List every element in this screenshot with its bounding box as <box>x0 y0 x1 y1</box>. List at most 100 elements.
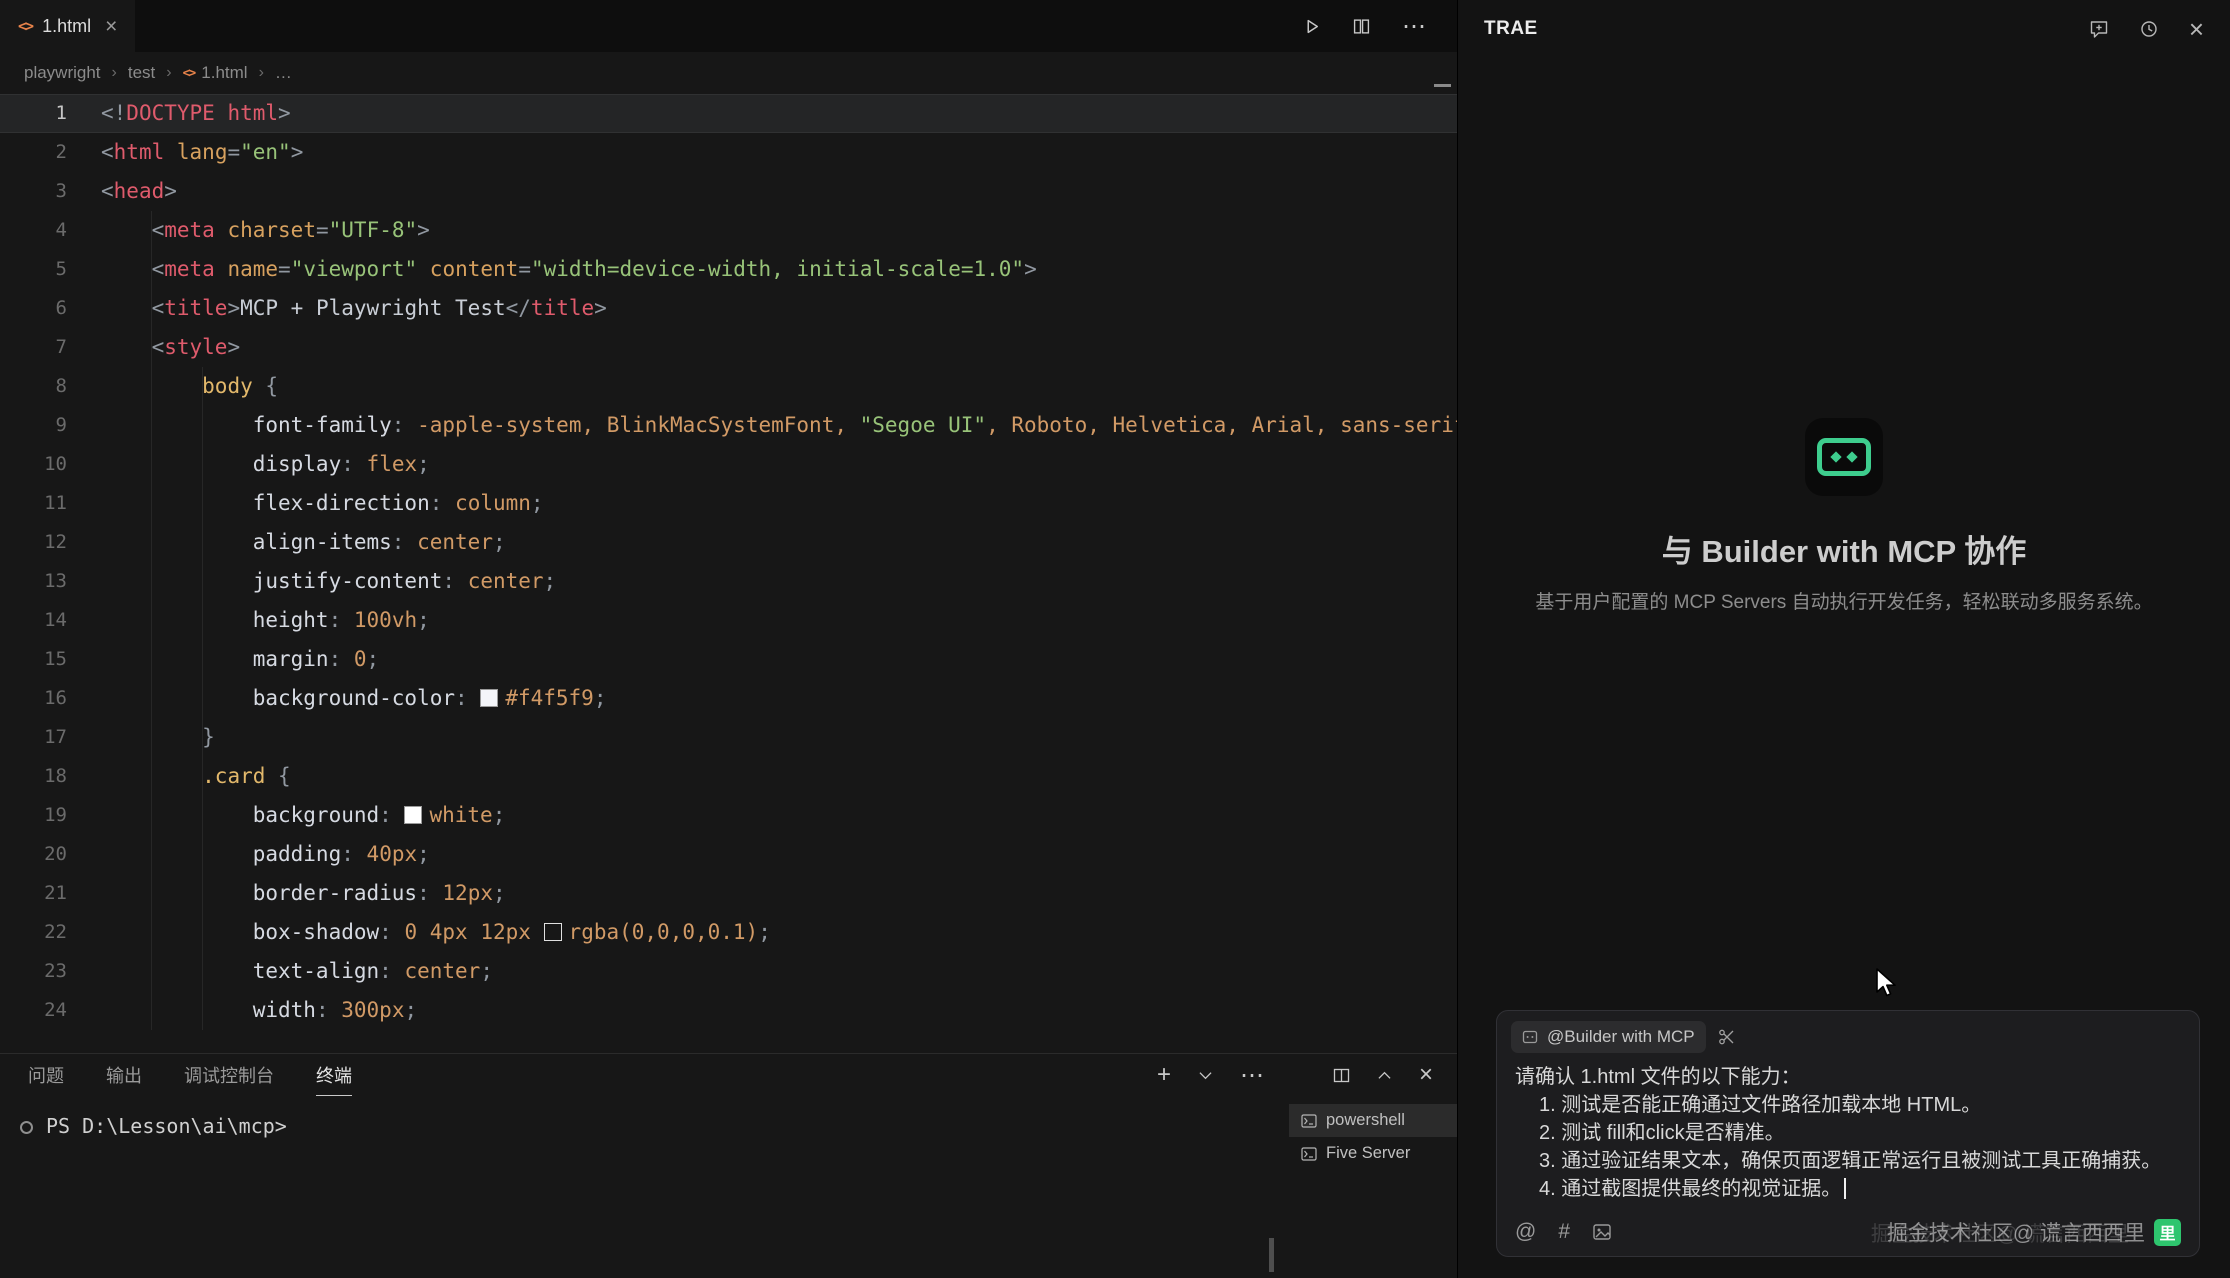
juejin-badge-icon: 里 <box>2154 1219 2181 1246</box>
line-content: padding: 40px; <box>67 835 430 874</box>
code-line[interactable]: 24 width: 300px; <box>0 991 1457 1030</box>
code-line[interactable]: 14 height: 100vh; <box>0 601 1457 640</box>
line-content: <head> <box>67 172 177 211</box>
maximize-panel-icon[interactable] <box>1378 1071 1391 1080</box>
line-number: 18 <box>0 757 67 796</box>
color-swatch <box>480 689 498 707</box>
chat-input-text[interactable]: 请确认 1.html 文件的以下能力：1. 测试是否能正确通过文件路径加载本地 … <box>1497 1055 2199 1203</box>
line-number: 17 <box>0 718 67 757</box>
line-content: <meta name="viewport" content="width=dev… <box>67 250 1037 289</box>
line-number: 6 <box>0 289 67 328</box>
line-number: 24 <box>0 991 67 1030</box>
code-line[interactable]: 4 <meta charset="UTF-8"> <box>0 211 1457 250</box>
code-line[interactable]: 22 box-shadow: 0 4px 12px rgba(0,0,0,0.1… <box>0 913 1457 952</box>
code-line[interactable]: 8 body { <box>0 367 1457 406</box>
line-content: margin: 0; <box>67 640 379 679</box>
line-content: background-color: #f4f5f9; <box>67 679 607 718</box>
code-line[interactable]: 21 border-radius: 12px; <box>0 874 1457 913</box>
tab-1html[interactable]: <> 1.html × <box>0 0 135 52</box>
code-line[interactable]: 23 text-align: center; <box>0 952 1457 991</box>
color-swatch <box>404 806 422 824</box>
code-line[interactable]: 5 <meta name="viewport" content="width=d… <box>0 250 1457 289</box>
chat-text-line: 4. 通过截图提供最终的视觉证据。 <box>1515 1175 2181 1203</box>
line-content: <meta charset="UTF-8"> <box>67 211 430 250</box>
code-line[interactable]: 20 padding: 40px; <box>0 835 1457 874</box>
breadcrumb: playwright›test›<>1.html›… <box>0 52 1457 94</box>
panel-tab[interactable]: 问题 <box>28 1054 64 1096</box>
terminal-area: PS D:\Lesson\ai\mcp> powershellFive Serv… <box>0 1096 1457 1278</box>
chat-card-footer: @ # 掘金技术社区@ 谎言西西里 里 <box>1497 1208 2199 1256</box>
bottom-panel: 问题输出调试控制台终端 + ⋯ × PS D:\Lesso <box>0 1053 1457 1278</box>
line-content: background: white; <box>67 796 505 835</box>
panel-more-button[interactable]: ⋯ <box>1240 1061 1265 1090</box>
tab-label: 1.html <box>42 16 91 37</box>
breadcrumb-item[interactable]: … <box>275 63 292 83</box>
close-panel-icon[interactable]: × <box>1419 1063 1433 1087</box>
panel-tab[interactable]: 终端 <box>316 1054 352 1096</box>
line-content: flex-direction: column; <box>67 484 544 523</box>
terminal-output[interactable]: PS D:\Lesson\ai\mcp> <box>0 1096 1289 1278</box>
mouse-cursor <box>1876 968 1900 1005</box>
code-line[interactable]: 1<!DOCTYPE html> <box>0 94 1457 133</box>
code-line[interactable]: 6 <title>MCP + Playwright Test</title> <box>0 289 1457 328</box>
terminal-scrollbar[interactable] <box>1269 1238 1274 1272</box>
badge-label: @Builder with MCP <box>1547 1027 1695 1047</box>
close-panel-x-icon[interactable]: × <box>2189 16 2204 42</box>
code-line[interactable]: 17 } <box>0 718 1457 757</box>
terminal-session[interactable]: Five Server <box>1289 1137 1457 1170</box>
code-line[interactable]: 13 justify-content: center; <box>0 562 1457 601</box>
code-line[interactable]: 2<html lang="en"> <box>0 133 1457 172</box>
terminal-sessions: powershellFive Server <box>1289 1096 1457 1278</box>
tools-icon[interactable] <box>1718 1028 1736 1046</box>
split-editor-button[interactable] <box>1353 18 1370 35</box>
line-content: height: 100vh; <box>67 601 430 640</box>
chat-text-line: 2. 测试 fill和click是否精准。 <box>1515 1119 2181 1147</box>
trae-header: TRAE × <box>1458 0 2230 58</box>
code-line[interactable]: 19 background: white; <box>0 796 1457 835</box>
code-line[interactable]: 12 align-items: center; <box>0 523 1457 562</box>
code-line[interactable]: 16 background-color: #f4f5f9; <box>0 679 1457 718</box>
panel-tab[interactable]: 调试控制台 <box>184 1054 274 1096</box>
terminal-icon <box>1301 1147 1317 1161</box>
code-line[interactable]: 9 font-family: -apple-system, BlinkMacSy… <box>0 406 1457 445</box>
code-line[interactable]: 7 <style> <box>0 328 1457 367</box>
editor-tab-bar: <> 1.html × ⋯ <box>0 0 1457 52</box>
line-number: 2 <box>0 133 67 172</box>
line-number: 22 <box>0 913 67 952</box>
command-marker-icon <box>20 1121 33 1134</box>
code-line[interactable]: 10 display: flex; <box>0 445 1457 484</box>
new-terminal-button[interactable]: + <box>1157 1063 1171 1087</box>
panel-tab[interactable]: 输出 <box>106 1054 142 1096</box>
color-swatch <box>544 923 562 941</box>
line-number: 20 <box>0 835 67 874</box>
terminal-session[interactable]: powershell <box>1289 1104 1457 1137</box>
chat-card-header: @Builder with MCP <box>1497 1011 2199 1055</box>
history-icon[interactable] <box>2139 19 2159 39</box>
line-number: 23 <box>0 952 67 991</box>
breadcrumb-item[interactable]: playwright <box>24 63 101 83</box>
chat-input-card[interactable]: @Builder with MCP 请确认 1.html 文件的以下能力：1. … <box>1496 1010 2200 1257</box>
code-line[interactable]: 18 .card { <box>0 757 1457 796</box>
context-hash-icon[interactable]: # <box>1558 1220 1570 1244</box>
line-content: body { <box>67 367 278 406</box>
breadcrumb-item[interactable]: <>1.html <box>183 63 248 83</box>
code-line[interactable]: 3<head> <box>0 172 1457 211</box>
run-button[interactable] <box>1304 18 1321 35</box>
more-actions-button[interactable]: ⋯ <box>1402 12 1427 41</box>
mention-icon[interactable]: @ <box>1515 1220 1536 1244</box>
html-file-icon: <> <box>18 17 32 35</box>
line-number: 9 <box>0 406 67 445</box>
line-number: 7 <box>0 328 67 367</box>
code-line[interactable]: 15 margin: 0; <box>0 640 1457 679</box>
terminal-dropdown-icon[interactable] <box>1199 1071 1212 1080</box>
split-terminal-button[interactable] <box>1333 1067 1350 1084</box>
new-chat-icon[interactable] <box>2089 19 2109 39</box>
tab-close-icon[interactable]: × <box>105 16 117 37</box>
terminal-prompt: PS D:\Lesson\ai\mcp> <box>46 1114 287 1138</box>
builder-mcp-badge[interactable]: @Builder with MCP <box>1511 1021 1706 1053</box>
code-editor[interactable]: 1<!DOCTYPE html>2<html lang="en">3<head>… <box>0 94 1457 1053</box>
code-line[interactable]: 11 flex-direction: column; <box>0 484 1457 523</box>
breadcrumb-item[interactable]: test <box>128 63 155 83</box>
image-attach-icon[interactable] <box>1592 1222 1612 1242</box>
breadcrumb-separator: › <box>112 64 117 82</box>
